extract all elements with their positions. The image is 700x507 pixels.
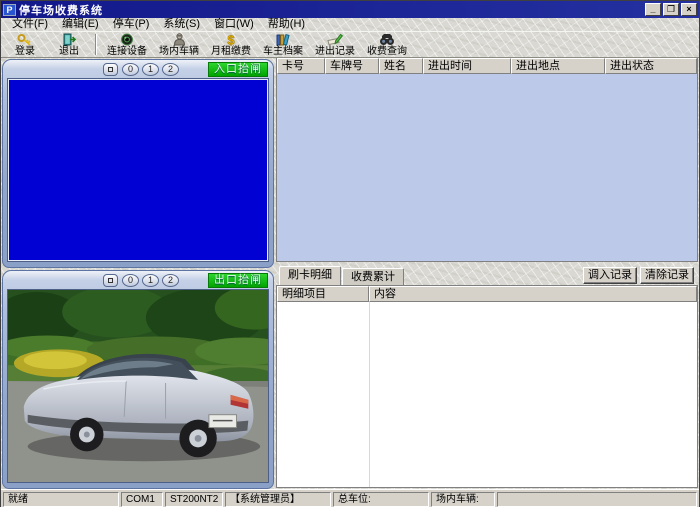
status-empty xyxy=(497,492,697,507)
entrance-video-panel: 0 1 2 入口抬闸 xyxy=(2,59,274,268)
in-out-records-table: 卡号 车牌号 姓名 进出时间 进出地点 进出状态 xyxy=(276,58,698,262)
owner-files-icon xyxy=(275,33,291,46)
camera-2-button[interactable]: 2 xyxy=(162,63,179,76)
camera-1-button[interactable]: 1 xyxy=(142,63,159,76)
minimize-button[interactable]: _ xyxy=(645,3,661,16)
entrance-video-feed xyxy=(7,78,269,262)
camera-1-button[interactable]: 1 xyxy=(142,274,159,287)
status-com-port: COM1 xyxy=(121,492,163,507)
entrance-panel-header: 0 1 2 入口抬闸 xyxy=(3,60,273,78)
toolbar-label: 月租缴费 xyxy=(211,46,251,57)
menu-help[interactable]: 帮助(H) xyxy=(261,18,312,31)
connect-device-button[interactable]: 连接设备 xyxy=(101,32,153,57)
binoculars-icon xyxy=(379,33,395,46)
toolbar-label: 场内车辆 xyxy=(159,46,199,57)
status-device: ST200NT2 xyxy=(165,492,223,507)
monitor-toggle-button[interactable] xyxy=(103,63,118,76)
column-header-name[interactable]: 姓名 xyxy=(379,58,423,74)
column-header-detail-item[interactable]: 明细项目 xyxy=(277,286,369,302)
app-window: P 停车场收费系统 _ ❐ × 文件(F) 编辑(E) 停车(P) 系统(S) … xyxy=(0,0,700,507)
video-column: 0 1 2 入口抬闸 0 1 2 出口抬闸 xyxy=(1,58,275,489)
status-total-spaces: 总车位: xyxy=(333,492,429,507)
status-ready: 就绪 xyxy=(3,492,119,507)
dollar-icon: $ xyxy=(225,33,237,46)
camera-2-button[interactable]: 2 xyxy=(162,274,179,287)
app-icon: P xyxy=(3,4,16,16)
owner-files-button[interactable]: 车主档案 xyxy=(257,32,309,57)
clear-records-button[interactable]: 清除记录 xyxy=(640,267,694,284)
toolbar-label: 登录 xyxy=(15,46,35,57)
column-header-plate-no[interactable]: 车牌号 xyxy=(325,58,379,74)
column-header-location[interactable]: 进出地点 xyxy=(511,58,605,74)
detail-tab-bar: 刷卡明细 收费累计 调入记录 清除记录 xyxy=(276,262,698,285)
records-table-header: 卡号 车牌号 姓名 进出时间 进出地点 进出状态 xyxy=(277,58,697,74)
records-table-body xyxy=(277,74,697,261)
tab-card-detail[interactable]: 刷卡明细 xyxy=(279,266,341,285)
toolbar-label: 收费查询 xyxy=(367,46,407,57)
connect-device-icon xyxy=(120,33,134,46)
toolbar-label: 车主档案 xyxy=(263,46,303,57)
detail-table-body xyxy=(277,302,697,487)
column-header-card-no[interactable]: 卡号 xyxy=(277,58,325,74)
exit-video-panel: 0 1 2 出口抬闸 xyxy=(2,270,274,489)
exit-gate-button[interactable]: 出口抬闸 xyxy=(208,273,268,288)
fee-query-button[interactable]: 收费查询 xyxy=(361,32,413,57)
camera-0-button[interactable]: 0 xyxy=(122,63,139,76)
tab-fee-total[interactable]: 收费累计 xyxy=(342,268,404,285)
entrance-gate-button[interactable]: 入口抬闸 xyxy=(208,62,268,77)
record-log-icon xyxy=(327,33,343,46)
login-button[interactable]: 登录 xyxy=(3,32,47,57)
status-inside-vehicles: 场内车辆: xyxy=(431,492,495,507)
exit-button[interactable]: 退出 xyxy=(47,32,91,57)
svg-text:$: $ xyxy=(227,33,235,46)
close-button[interactable]: × xyxy=(681,3,697,16)
status-bar: 就绪 COM1 ST200NT2 【系统管理员】 总车位: 场内车辆: xyxy=(1,489,699,507)
detail-table-header: 明细项目 内容 xyxy=(277,286,697,302)
key-icon xyxy=(17,33,33,46)
toolbar-separator xyxy=(95,34,97,55)
toolbar-label: 进出记录 xyxy=(315,46,355,57)
exit-panel-header: 0 1 2 出口抬闸 xyxy=(3,271,273,289)
in-out-records-button[interactable]: 进出记录 xyxy=(309,32,361,57)
window-title: 停车场收费系统 xyxy=(19,2,643,18)
exit-video-feed xyxy=(7,289,269,483)
camera-0-button[interactable]: 0 xyxy=(122,274,139,287)
menu-parking[interactable]: 停车(P) xyxy=(106,18,157,31)
title-bar[interactable]: P 停车场收费系统 _ ❐ × xyxy=(1,1,699,18)
card-detail-table: 明细项目 内容 xyxy=(276,285,698,488)
toolbar-label: 连接设备 xyxy=(107,46,147,57)
vehicles-in-lot-icon xyxy=(172,33,187,46)
restore-button[interactable]: ❐ xyxy=(663,3,679,16)
menu-file[interactable]: 文件(F) xyxy=(5,18,55,31)
monthly-fee-button[interactable]: $ 月租缴费 xyxy=(205,32,257,57)
records-column: 卡号 车牌号 姓名 进出时间 进出地点 进出状态 刷卡明细 收费累计 调入记录 … xyxy=(275,58,699,489)
vehicles-in-lot-button[interactable]: 场内车辆 xyxy=(153,32,205,57)
column-header-content[interactable]: 内容 xyxy=(369,286,697,302)
toolbar: 登录 退出 连接设备 场内车辆 $ 月租缴费 xyxy=(1,31,699,58)
exit-door-icon xyxy=(61,33,77,46)
menu-bar: 文件(F) 编辑(E) 停车(P) 系统(S) 窗口(W) 帮助(H) xyxy=(1,18,699,31)
menu-window[interactable]: 窗口(W) xyxy=(207,18,261,31)
column-header-time[interactable]: 进出时间 xyxy=(423,58,511,74)
status-operator: 【系统管理员】 xyxy=(225,492,331,507)
toolbar-label: 退出 xyxy=(59,46,79,57)
menu-system[interactable]: 系统(S) xyxy=(156,18,207,31)
main-area: 0 1 2 入口抬闸 0 1 2 出口抬闸 xyxy=(1,58,699,489)
column-header-status[interactable]: 进出状态 xyxy=(605,58,697,74)
car-photo xyxy=(8,290,268,482)
monitor-toggle-button[interactable] xyxy=(103,274,118,287)
menu-edit[interactable]: 编辑(E) xyxy=(55,18,106,31)
load-records-button[interactable]: 调入记录 xyxy=(583,267,637,284)
